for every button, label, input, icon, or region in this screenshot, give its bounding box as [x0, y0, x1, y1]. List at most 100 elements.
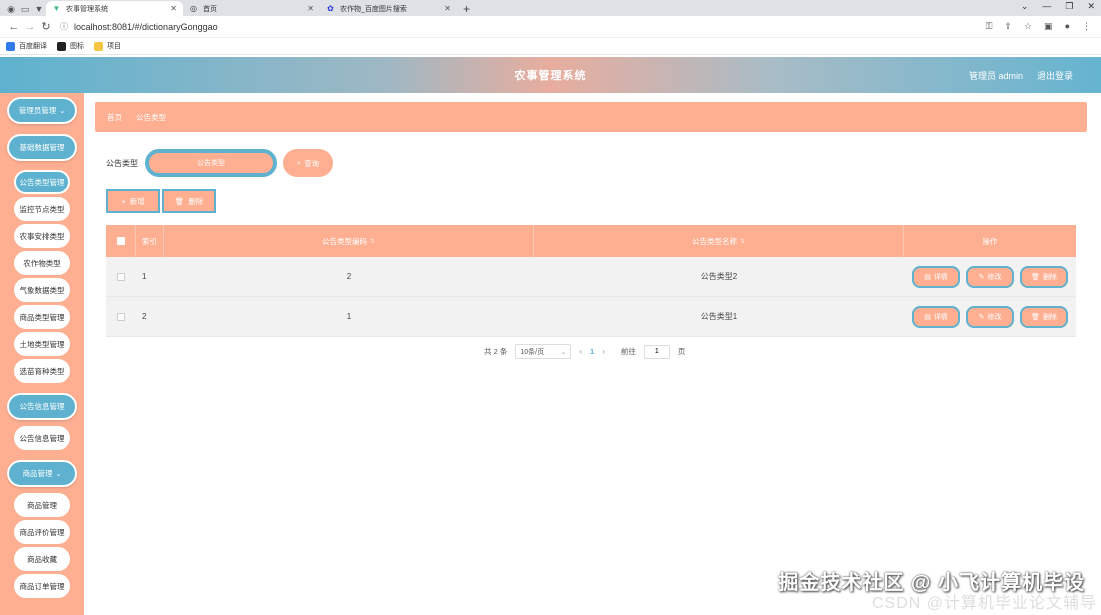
- new-tab-button[interactable]: +: [457, 2, 476, 16]
- row-checkbox[interactable]: [117, 312, 125, 321]
- chrome-icon[interactable]: ◉: [4, 2, 18, 16]
- sidebar-item-product-review[interactable]: 商品评价管理: [14, 520, 70, 544]
- logout-link[interactable]: 退出登录: [1037, 69, 1073, 82]
- sidebar-item-notice-info[interactable]: 公告信息管理: [14, 426, 70, 450]
- detail-button[interactable]: ▤ 详情: [912, 265, 960, 288]
- url-text: localhost:8081/#/dictionaryGonggao: [74, 21, 218, 32]
- sidebar-item-product-type[interactable]: 商品类型管理: [14, 305, 70, 329]
- trash-icon: 🗑: [1031, 273, 1040, 281]
- sidebar-item-land-type[interactable]: 土地类型管理: [14, 332, 70, 356]
- close-tab-icon[interactable]: ✕: [307, 4, 314, 13]
- document-icon: ▤: [924, 313, 931, 321]
- tab-search-icon[interactable]: ⌄: [1021, 1, 1029, 12]
- app-title: 农事管理系统: [514, 70, 587, 82]
- sort-icon[interactable]: ⇅: [370, 238, 375, 245]
- sidebar-item-breeding-type[interactable]: 选苗育种类型: [14, 359, 70, 383]
- delete-button[interactable]: 🗑 删除: [1020, 305, 1068, 328]
- edit-label: 修改: [987, 273, 1002, 281]
- key-icon[interactable]: ⚿: [986, 21, 993, 32]
- tab-title: 农作物_百度图片搜索: [340, 5, 407, 13]
- breadcrumb-home[interactable]: 首页: [107, 112, 122, 123]
- sidebar-item-crop-type[interactable]: 农作物类型: [14, 251, 70, 275]
- col-code[interactable]: 公告类型编码 ⇅: [164, 225, 534, 257]
- goto-label: 前往: [620, 347, 636, 356]
- menu-group-notice[interactable]: 公告信息管理: [7, 393, 77, 420]
- profile-icon[interactable]: ●: [1065, 21, 1070, 32]
- cell-index: 2: [142, 312, 147, 321]
- sidebar-item-monitor-node-type[interactable]: 监控节点类型: [14, 197, 70, 221]
- pinned-tab-icon[interactable]: ▭: [18, 2, 32, 16]
- menu-group-basic-data[interactable]: 基础数据管理: [7, 134, 77, 161]
- add-button[interactable]: + 新增: [106, 189, 160, 213]
- col-actions: 操作: [982, 236, 998, 246]
- bookmark-item[interactable]: 图标: [57, 41, 84, 51]
- reload-icon[interactable]: ↻: [38, 20, 54, 33]
- forward-icon[interactable]: →: [22, 21, 38, 33]
- document-icon: ▤: [924, 273, 931, 281]
- close-tab-icon[interactable]: ✕: [170, 4, 177, 13]
- bulk-delete-button[interactable]: 🗑 删除: [162, 189, 216, 213]
- back-icon[interactable]: ←: [6, 21, 22, 33]
- sidebar-item-product-favorite[interactable]: 商品收藏: [14, 547, 70, 571]
- delete-button[interactable]: 🗑 删除: [1020, 265, 1068, 288]
- edit-button[interactable]: ✎ 修改: [966, 265, 1014, 288]
- sidebar-item-notice-type[interactable]: 公告类型管理: [14, 170, 70, 194]
- col-name-label: 公告类型名称: [691, 236, 737, 246]
- share-icon[interactable]: ⇪: [1004, 21, 1012, 32]
- page-number[interactable]: 1: [590, 347, 594, 356]
- next-page-icon[interactable]: ›: [602, 347, 605, 356]
- trash-icon: 🗑: [174, 196, 185, 206]
- detail-button[interactable]: ▤ 详情: [912, 305, 960, 328]
- prev-page-icon[interactable]: ‹: [579, 347, 582, 356]
- menu-group-label: 商品管理: [22, 469, 53, 478]
- row-checkbox[interactable]: [117, 272, 125, 281]
- juejin-watermark: 掘金技术社区 @ 小飞计算机毕设: [778, 572, 1085, 594]
- menu-icon[interactable]: ⋮: [1082, 21, 1091, 32]
- url-field[interactable]: ⓘ localhost:8081/#/dictionaryGonggao: [54, 19, 986, 35]
- bookmark-label: 图标: [70, 43, 84, 50]
- sort-icon[interactable]: ⇅: [740, 238, 745, 245]
- pencil-icon: ✎: [978, 313, 985, 321]
- table-header: 索引 公告类型编码 ⇅ 公告类型名称 ⇅ 操作: [106, 225, 1076, 257]
- col-code-label: 公告类型编码: [321, 236, 367, 246]
- close-window-icon[interactable]: ✕: [1087, 1, 1095, 12]
- sidepanel-icon[interactable]: ▣: [1044, 21, 1053, 32]
- cell-name: 公告类型2: [700, 272, 738, 281]
- sidebar-item-weather-type[interactable]: 气象数据类型: [14, 278, 70, 302]
- browser-tab-active[interactable]: ▼ 农事管理系统 ✕: [46, 1, 183, 16]
- address-bar: ← → ↻ ⓘ localhost:8081/#/dictionaryGongg…: [0, 16, 1101, 38]
- edit-button[interactable]: ✎ 修改: [966, 305, 1014, 328]
- menu-group-admin[interactable]: 管理员管理 ⌄: [7, 97, 77, 124]
- row-select-cell: [106, 297, 136, 336]
- restore-icon[interactable]: ❐: [1065, 1, 1073, 12]
- total-count: 共 2 条: [484, 347, 508, 356]
- close-tab-icon[interactable]: ✕: [444, 4, 451, 13]
- star-icon[interactable]: ☆: [1024, 21, 1032, 32]
- col-name[interactable]: 公告类型名称 ⇅: [534, 225, 904, 257]
- bookmark-item[interactable]: 项目: [94, 41, 121, 51]
- browser-tab[interactable]: ◎ 首页 ✕: [183, 1, 320, 16]
- vue-tab-icon[interactable]: ▼: [32, 2, 46, 16]
- menu-group-product[interactable]: 商品管理 ⌄: [7, 460, 77, 487]
- menu-group-label: 基础数据管理: [19, 143, 65, 152]
- sidebar-item-product[interactable]: 商品管理: [14, 493, 70, 517]
- search-button[interactable]: ⌕ 查询: [283, 149, 333, 177]
- bookmarks-bar: 百度翻译 图标 项目: [0, 38, 1101, 55]
- select-all-checkbox[interactable]: [116, 237, 125, 245]
- minimize-icon[interactable]: —: [1042, 1, 1051, 12]
- search-row: 公告类型 ⌕查询: [106, 149, 333, 177]
- add-button-label: 新增: [129, 196, 145, 206]
- info-icon[interactable]: ⓘ: [60, 21, 68, 32]
- sidebar-item-farm-schedule-type[interactable]: 农事安排类型: [14, 224, 70, 248]
- window-controls: ⌄ — ❐ ✕: [1021, 1, 1095, 12]
- bookmark-item[interactable]: 百度翻译: [6, 41, 47, 51]
- search-label: 公告类型: [106, 158, 138, 168]
- goto-page-input[interactable]: [643, 344, 670, 359]
- browser-tab[interactable]: ✿ 农作物_百度图片搜索 ✕: [320, 1, 457, 16]
- baidu-icon: ✿: [327, 4, 334, 13]
- sidebar-item-product-order[interactable]: 商品订单管理: [14, 574, 70, 598]
- notice-type-search-input[interactable]: [145, 149, 277, 177]
- edit-label: 修改: [987, 313, 1002, 321]
- page-size-select[interactable]: 10条/页 ⌄: [515, 344, 572, 359]
- select-all-cell: [106, 225, 136, 257]
